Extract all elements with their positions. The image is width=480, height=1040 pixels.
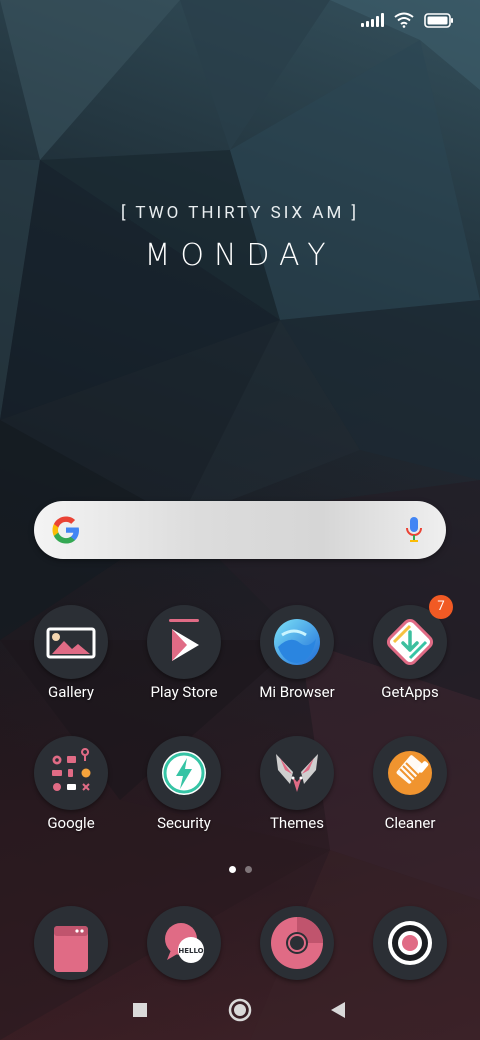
status-bar — [361, 12, 454, 28]
app-gallery[interactable]: Gallery — [16, 605, 126, 701]
dock-phone[interactable] — [16, 906, 126, 980]
gallery-icon — [46, 627, 96, 659]
page-dot-active[interactable] — [228, 866, 236, 873]
recents-square-icon[interactable] — [120, 990, 160, 1030]
dock-camera[interactable] — [355, 906, 465, 980]
app-label: Gallery — [48, 683, 94, 701]
app-label: GetApps — [381, 683, 439, 701]
time-text[interactable]: [ TWO THIRTY SIX AM ] — [0, 203, 480, 223]
back-triangle-icon[interactable] — [318, 990, 358, 1030]
google-g-icon — [52, 516, 79, 544]
dock-messages[interactable]: HELLO — [129, 906, 239, 980]
day-text[interactable]: MONDAY — [0, 238, 480, 273]
page-indicator[interactable] — [0, 866, 480, 873]
svg-text:HELLO: HELLO — [178, 947, 203, 955]
messages-hello-icon: HELLO — [165, 923, 204, 963]
app-themes[interactable]: Themes — [242, 736, 352, 832]
app-label: Google — [47, 814, 95, 832]
app-security[interactable]: Security — [129, 736, 239, 832]
dock-browser[interactable] — [242, 906, 352, 980]
app-label: Play Store — [150, 683, 218, 701]
app-mi-browser[interactable]: Mi Browser — [242, 605, 352, 701]
app-getapps[interactable]: 7 GetApps — [355, 595, 465, 701]
app-label: Security — [157, 814, 211, 832]
app-label: Cleaner — [384, 814, 436, 832]
app-label: Themes — [269, 814, 325, 832]
google-folder-icon — [52, 748, 91, 791]
security-icon — [162, 751, 206, 795]
notification-badge: 7 — [429, 595, 453, 619]
app-cleaner[interactable]: Cleaner — [355, 736, 465, 832]
mi-browser-icon — [274, 619, 320, 665]
app-label: Mi Browser — [259, 683, 335, 701]
google-search-bar[interactable] — [34, 501, 446, 559]
play-store-icon — [169, 619, 199, 661]
phone-app-icon — [54, 926, 88, 972]
themes-icon — [276, 754, 318, 792]
mic-icon[interactable] — [404, 516, 424, 544]
battery-icon — [424, 12, 453, 28]
browser-circle-icon — [271, 917, 323, 969]
wifi-icon — [394, 12, 414, 28]
camera-icon — [388, 921, 432, 965]
folder-google[interactable]: Google — [16, 736, 126, 832]
signal-icon — [361, 13, 384, 27]
app-play-store[interactable]: Play Store — [129, 605, 239, 701]
page-dot[interactable] — [244, 866, 252, 873]
navigation-bar — [0, 990, 480, 1034]
home-circle-icon[interactable] — [220, 990, 260, 1030]
cleaner-icon — [388, 751, 432, 795]
